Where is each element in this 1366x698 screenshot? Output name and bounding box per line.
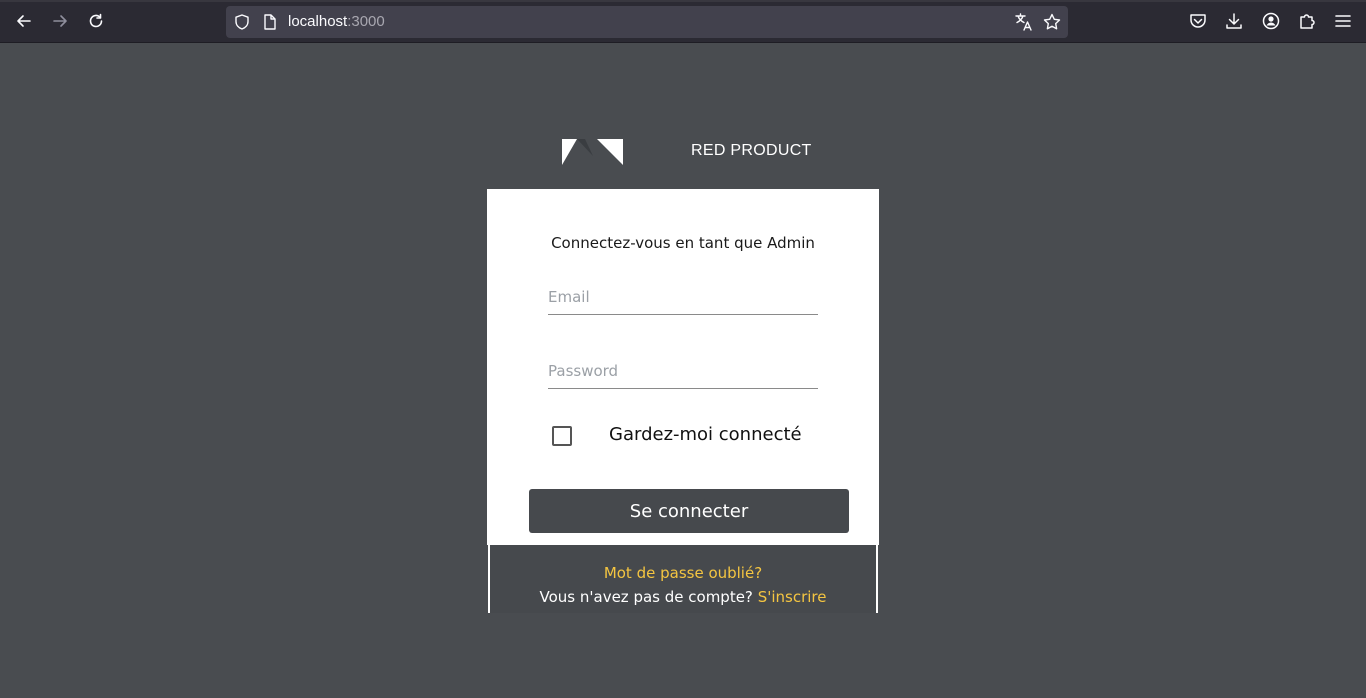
shield-icon[interactable] [233, 13, 251, 31]
forward-button[interactable] [48, 9, 72, 33]
reload-button[interactable] [84, 9, 108, 33]
reload-icon [89, 13, 103, 28]
remember-me-label[interactable]: Gardez-moi connecté [609, 424, 802, 445]
login-footer: Mot de passe oublié? Vous n'avez pas de … [488, 545, 878, 613]
login-button[interactable]: Se connecter [529, 489, 849, 533]
red-product-logo [562, 139, 623, 165]
back-arrow-icon [17, 15, 31, 27]
translate-icon[interactable] [1014, 12, 1034, 32]
signup-link[interactable]: S'inscrire [758, 588, 827, 606]
login-card: Connectez-vous en tant que Admin Gardez-… [487, 189, 879, 545]
account-icon[interactable] [1261, 11, 1281, 31]
url-text[interactable]: localhost:3000 [288, 13, 385, 30]
email-field[interactable] [548, 279, 818, 315]
tab-strip-edge [0, 0, 1366, 2]
password-field[interactable] [548, 353, 818, 389]
no-account-text: Vous n'avez pas de compte? [539, 588, 753, 606]
remember-me-checkbox[interactable] [552, 426, 572, 446]
back-button[interactable] [12, 9, 36, 33]
download-icon[interactable] [1224, 11, 1244, 31]
page-icon [264, 14, 276, 30]
forward-arrow-icon [53, 15, 67, 27]
menu-icon[interactable] [1333, 11, 1353, 31]
url-host: localhost [288, 13, 348, 30]
extensions-icon[interactable] [1297, 11, 1317, 31]
url-port: :3000 [347, 13, 385, 30]
address-bar[interactable]: localhost:3000 [226, 6, 1068, 38]
signup-prompt: Vous n'avez pas de compte? S'inscrire [490, 588, 876, 606]
forgot-password-link[interactable]: Mot de passe oublié? [490, 564, 876, 582]
login-title: Connectez-vous en tant que Admin [551, 234, 815, 252]
bookmark-star-icon[interactable] [1042, 12, 1062, 32]
brand-name: RED PRODUCT [691, 142, 812, 159]
pocket-icon[interactable] [1188, 11, 1208, 31]
browser-toolbar: localhost:3000 [0, 0, 1366, 43]
